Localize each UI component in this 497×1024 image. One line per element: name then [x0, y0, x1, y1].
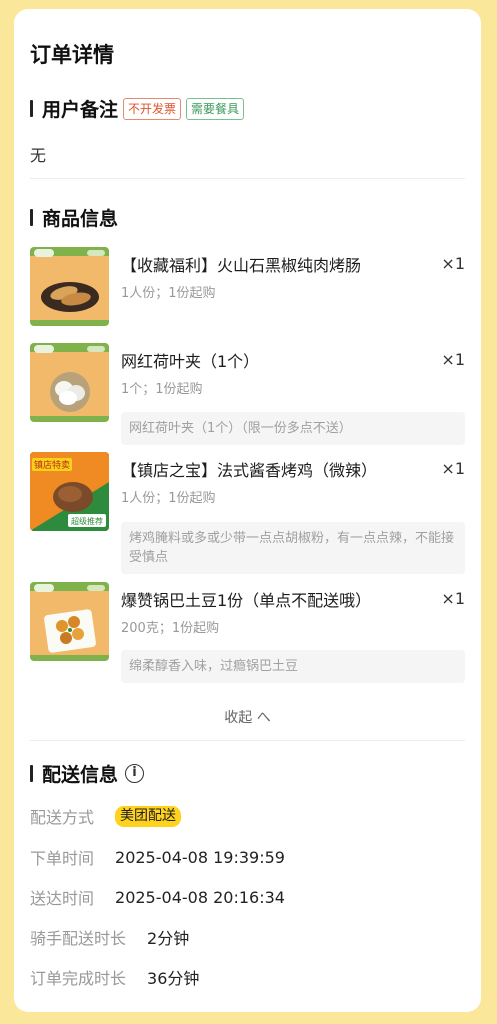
divider	[30, 740, 465, 741]
item-spec: 1个；1份起购	[121, 382, 203, 397]
row-label: 送达时间	[30, 889, 95, 908]
item-name: 【镇店之宝】法式酱香烤鸡（微辣）	[121, 461, 378, 480]
row-value: 2025-04-08 19:39:59	[115, 847, 285, 867]
row-value: 2分钟	[147, 929, 190, 948]
section-bar	[30, 209, 33, 226]
item-spec: 200克；1份起购	[121, 621, 220, 636]
remark-section-header: 用户备注 不开发票 需要餐具	[30, 95, 245, 122]
row-label: 下单时间	[30, 849, 95, 868]
item-qty: ×1	[441, 254, 465, 273]
order-detail-card: 订单详情 用户备注 不开发票 需要餐具 无 商品信息 【收藏福利】火山石黑椒纯肉…	[14, 9, 481, 1012]
row-value: 36分钟	[147, 969, 200, 988]
crispy-potato-thumbnail	[30, 582, 109, 661]
goods-item[interactable]: 镇店特卖 超级推荐 【镇店之宝】法式酱香烤鸡（微辣） ×1 1人份；1份起购 烤…	[30, 452, 465, 577]
section-bar	[30, 765, 33, 782]
item-name: 网红荷叶夹（1个）	[121, 352, 260, 371]
item-qty: ×1	[441, 459, 465, 478]
goods-item[interactable]: 爆赞锅巴土豆1份（单点不配送哦） ×1 200克；1份起购 绵柔醇香入味，过瘾锅…	[30, 582, 465, 687]
item-note: 网红荷叶夹（1个）（限一份多点不送）	[121, 412, 465, 445]
info-icon[interactable]: i	[125, 764, 145, 783]
sausage-thumbnail	[30, 247, 109, 326]
rider-duration-row: 骑手配送时长 2分钟	[30, 925, 189, 949]
order-duration-row: 订单完成时长 36分钟	[30, 965, 199, 989]
item-qty: ×1	[441, 350, 465, 369]
tag-need-cutlery: 需要餐具	[186, 97, 245, 120]
roast-chicken-thumbnail: 镇店特卖 超级推荐	[30, 452, 109, 531]
lotus-leaf-bun-thumbnail	[30, 343, 109, 422]
delivery-method-badge: 美团配送	[115, 805, 182, 827]
page-title: 订单详情	[30, 43, 114, 67]
item-note: 烤鸡腌料或多或少带一点点胡椒粉，有一点点辣，不能接受慎点	[121, 522, 465, 574]
divider	[30, 178, 465, 179]
row-label: 订单完成时长	[30, 969, 127, 988]
remark-title: 用户备注	[42, 99, 119, 121]
remark-text: 无	[30, 146, 47, 165]
arrival-time-row: 送达时间 2025-04-08 20:16:34	[30, 885, 285, 909]
delivery-method-row: 配送方式 美团配送	[30, 804, 182, 828]
goods-item[interactable]: 【收藏福利】火山石黑椒纯肉烤肠 ×1 1人份；1份起购	[30, 247, 465, 327]
row-label: 骑手配送时长	[30, 929, 127, 948]
collapse-button[interactable]: 收起 へ	[14, 707, 481, 727]
goods-title: 商品信息	[42, 208, 119, 230]
item-note: 绵柔醇香入味，过瘾锅巴土豆	[121, 650, 465, 683]
delivery-section-header: 配送信息 i	[30, 760, 145, 787]
tag-no-invoice: 不开发票	[123, 97, 182, 120]
item-qty: ×1	[441, 589, 465, 608]
order-time-row: 下单时间 2025-04-08 19:39:59	[30, 845, 285, 869]
row-label: 配送方式	[30, 808, 95, 827]
thumb-badge-bottom: 超级推荐	[71, 516, 103, 526]
goods-item[interactable]: 网红荷叶夹（1个） ×1 1个；1份起购 网红荷叶夹（1个）（限一份多点不送）	[30, 343, 465, 445]
item-spec: 1人份；1份起购	[121, 286, 216, 301]
section-bar	[30, 100, 33, 117]
goods-section-header: 商品信息	[30, 204, 118, 231]
thumb-badge-top: 镇店特卖	[34, 459, 70, 471]
delivery-title: 配送信息	[42, 764, 119, 786]
item-name: 【收藏福利】火山石黑椒纯肉烤肠	[121, 256, 362, 275]
item-spec: 1人份；1份起购	[121, 491, 216, 506]
row-value: 2025-04-08 20:16:34	[115, 887, 285, 907]
item-name: 爆赞锅巴土豆1份（单点不配送哦）	[121, 591, 372, 610]
